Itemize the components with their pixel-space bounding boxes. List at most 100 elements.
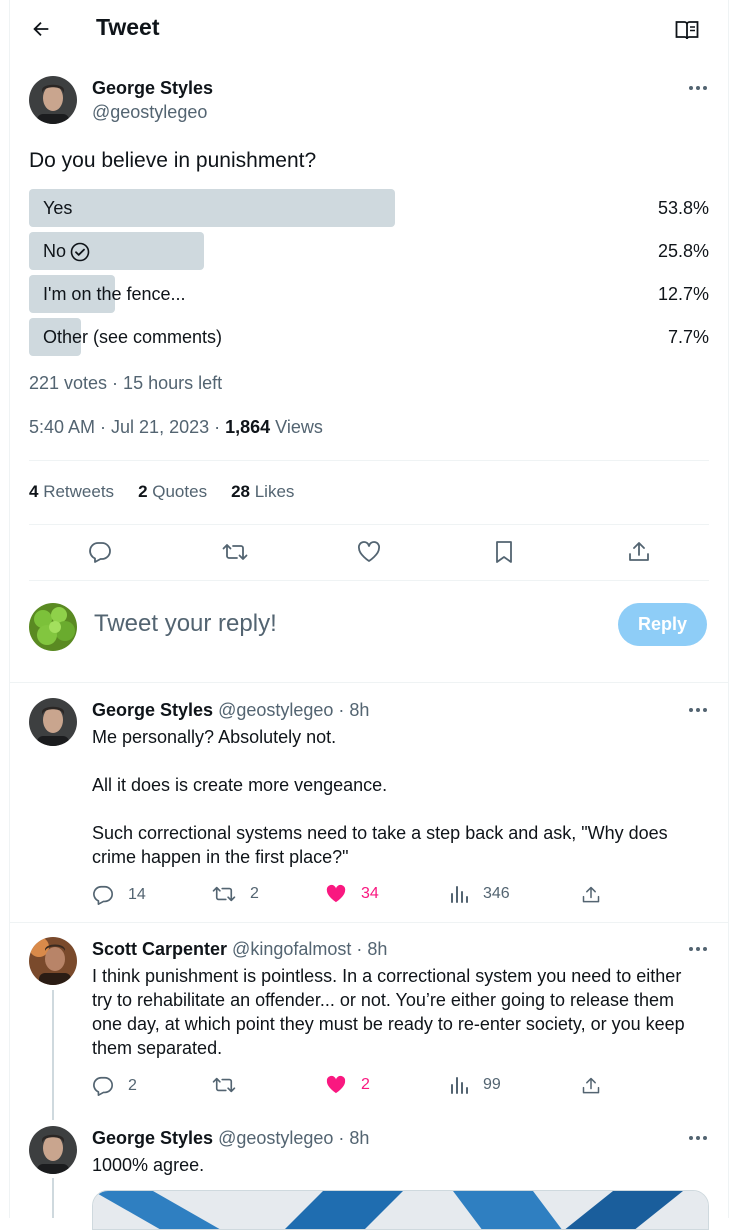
author-handle[interactable]: @geostylegeo	[92, 102, 207, 123]
poll-option-text: I'm on the fence...	[43, 284, 186, 304]
reply-count: 2	[128, 1077, 137, 1094]
text-line: them separated.	[92, 1038, 223, 1058]
retweet-action[interactable]: 2	[212, 884, 259, 904]
tweet-timestamp[interactable]: 5:40 AM · Jul 21, 2023 · 1,864 Views	[29, 417, 323, 438]
poll-option: I'm on the fence... 12.7%	[29, 275, 709, 313]
poll-option-label: I'm on the fence...	[43, 284, 186, 305]
poll-option: No 25.8%	[29, 232, 709, 270]
like-count: 34	[361, 885, 379, 902]
reply-button[interactable]: Reply	[618, 603, 707, 646]
reply-action[interactable]: 2	[92, 1075, 137, 1097]
divider	[29, 524, 709, 525]
reply-icon	[92, 1075, 114, 1097]
text-line: All it does is create more vengeance.	[92, 775, 388, 795]
view-count: 99	[483, 1076, 501, 1093]
divider	[10, 682, 728, 683]
author-name[interactable]: George Styles	[92, 78, 213, 99]
view-count: 346	[483, 885, 510, 902]
poll-option: Other (see comments) 7.7%	[29, 318, 709, 356]
views-count: 1,864	[225, 417, 271, 437]
reply-icon	[92, 884, 114, 906]
more-options-icon[interactable]	[686, 939, 710, 959]
bookmark-icon[interactable]	[491, 539, 517, 565]
divider	[29, 580, 709, 581]
text-line: I think punishment is pointless. In a co…	[92, 966, 682, 986]
liked-heart-icon	[325, 884, 347, 904]
poll-meta: 221 votes · 15 hours left	[29, 373, 223, 393]
more-options-icon[interactable]	[686, 1128, 710, 1148]
share-icon[interactable]	[580, 1075, 602, 1097]
reply-header: Scott Carpenter @kingofalmost · 8h	[92, 939, 387, 960]
reply-text: 1000% agree.	[92, 1153, 204, 1177]
page-title: Tweet	[96, 14, 160, 40]
reply-meta[interactable]: @geostylegeo · 8h	[218, 1128, 369, 1148]
views-action[interactable]: 99	[449, 1075, 501, 1095]
text-line	[92, 797, 668, 821]
avatar[interactable]	[29, 937, 77, 985]
like-action[interactable]: 34	[325, 884, 379, 904]
reply-text: Me personally? Absolutely not. All it do…	[92, 725, 668, 869]
poll-option-label: No	[43, 241, 90, 262]
poll-option-text: Yes	[43, 198, 73, 218]
avatar[interactable]	[29, 1126, 77, 1174]
text-line	[92, 749, 668, 773]
reply-header: George Styles @geostylegeo · 8h	[92, 1128, 369, 1149]
quotes-stat[interactable]: 2 Quotes	[138, 482, 207, 502]
reply-header: George Styles @geostylegeo · 8h	[92, 700, 369, 721]
poll-option-percent: 7.7%	[667, 327, 709, 347]
thread-line	[52, 990, 54, 1120]
timestamp-text[interactable]: 5:40 AM · Jul 21, 2023 ·	[29, 417, 225, 437]
likes-stat[interactable]: 28 Likes	[231, 482, 294, 502]
poll-option-text: No	[43, 241, 67, 261]
poll-option-percent: 53.8%	[657, 198, 709, 218]
share-icon[interactable]	[626, 539, 652, 565]
poll-option-percent: 12.7%	[657, 284, 709, 304]
text-line: 1000% agree.	[92, 1155, 205, 1175]
analytics-icon	[449, 1075, 469, 1095]
poll-option-label: Yes	[43, 198, 72, 219]
views-action[interactable]: 346	[449, 884, 510, 904]
avatar[interactable]	[29, 76, 77, 124]
thread-line	[52, 1178, 54, 1218]
reply-author-name[interactable]: George Styles	[92, 700, 213, 720]
poll-option: Yes 53.8%	[29, 189, 709, 227]
poll-bar	[29, 189, 395, 227]
check-circle-icon	[70, 242, 90, 262]
text-line: one day, at which point they must be rea…	[92, 1014, 685, 1034]
retweet-action[interactable]	[212, 1075, 236, 1095]
like-action[interactable]: 2	[325, 1075, 370, 1095]
retweet-icon	[212, 1075, 236, 1095]
reply-author-name[interactable]: Scott Carpenter	[92, 939, 227, 959]
back-arrow-icon[interactable]	[28, 16, 54, 42]
reply-author-name[interactable]: George Styles	[92, 1128, 213, 1148]
poll-option-label: Other (see comments)	[43, 327, 222, 348]
like-count: 2	[361, 1076, 370, 1093]
engagement-stats: 4 Retweets 2 Quotes 28 Likes	[29, 482, 294, 502]
retweet-icon	[212, 884, 236, 904]
reply-input[interactable]: Tweet your reply!	[94, 610, 277, 638]
tweet-text: Do you believe in punishment?	[29, 149, 317, 172]
poll-option-text: Other (see comments)	[43, 327, 223, 347]
liked-heart-icon	[325, 1075, 347, 1095]
reply-text: I think punishment is pointless. In a co…	[92, 964, 685, 1060]
text-line: try to rehabilitate an offender... or no…	[92, 990, 675, 1010]
share-icon[interactable]	[580, 884, 602, 906]
divider	[10, 922, 728, 923]
reply-icon[interactable]	[87, 539, 113, 565]
reader-mode-icon[interactable]	[674, 18, 700, 42]
more-options-icon[interactable]	[686, 700, 710, 720]
reply-count: 14	[128, 886, 146, 903]
retweet-icon[interactable]	[221, 539, 249, 565]
reply-meta[interactable]: @geostylegeo · 8h	[218, 700, 369, 720]
reply-action[interactable]: 14	[92, 884, 146, 906]
reply-meta[interactable]: @kingofalmost · 8h	[232, 939, 387, 959]
avatar[interactable]	[29, 698, 77, 746]
text-line: crime happen in the first place?"	[92, 847, 349, 867]
user-avatar[interactable]	[29, 603, 77, 651]
retweets-stat[interactable]: 4 Retweets	[29, 482, 114, 502]
analytics-icon	[449, 884, 469, 904]
more-options-icon[interactable]	[686, 78, 710, 98]
media-attachment[interactable]	[92, 1190, 709, 1230]
views-label: Views	[270, 417, 323, 437]
like-icon[interactable]	[356, 539, 382, 565]
